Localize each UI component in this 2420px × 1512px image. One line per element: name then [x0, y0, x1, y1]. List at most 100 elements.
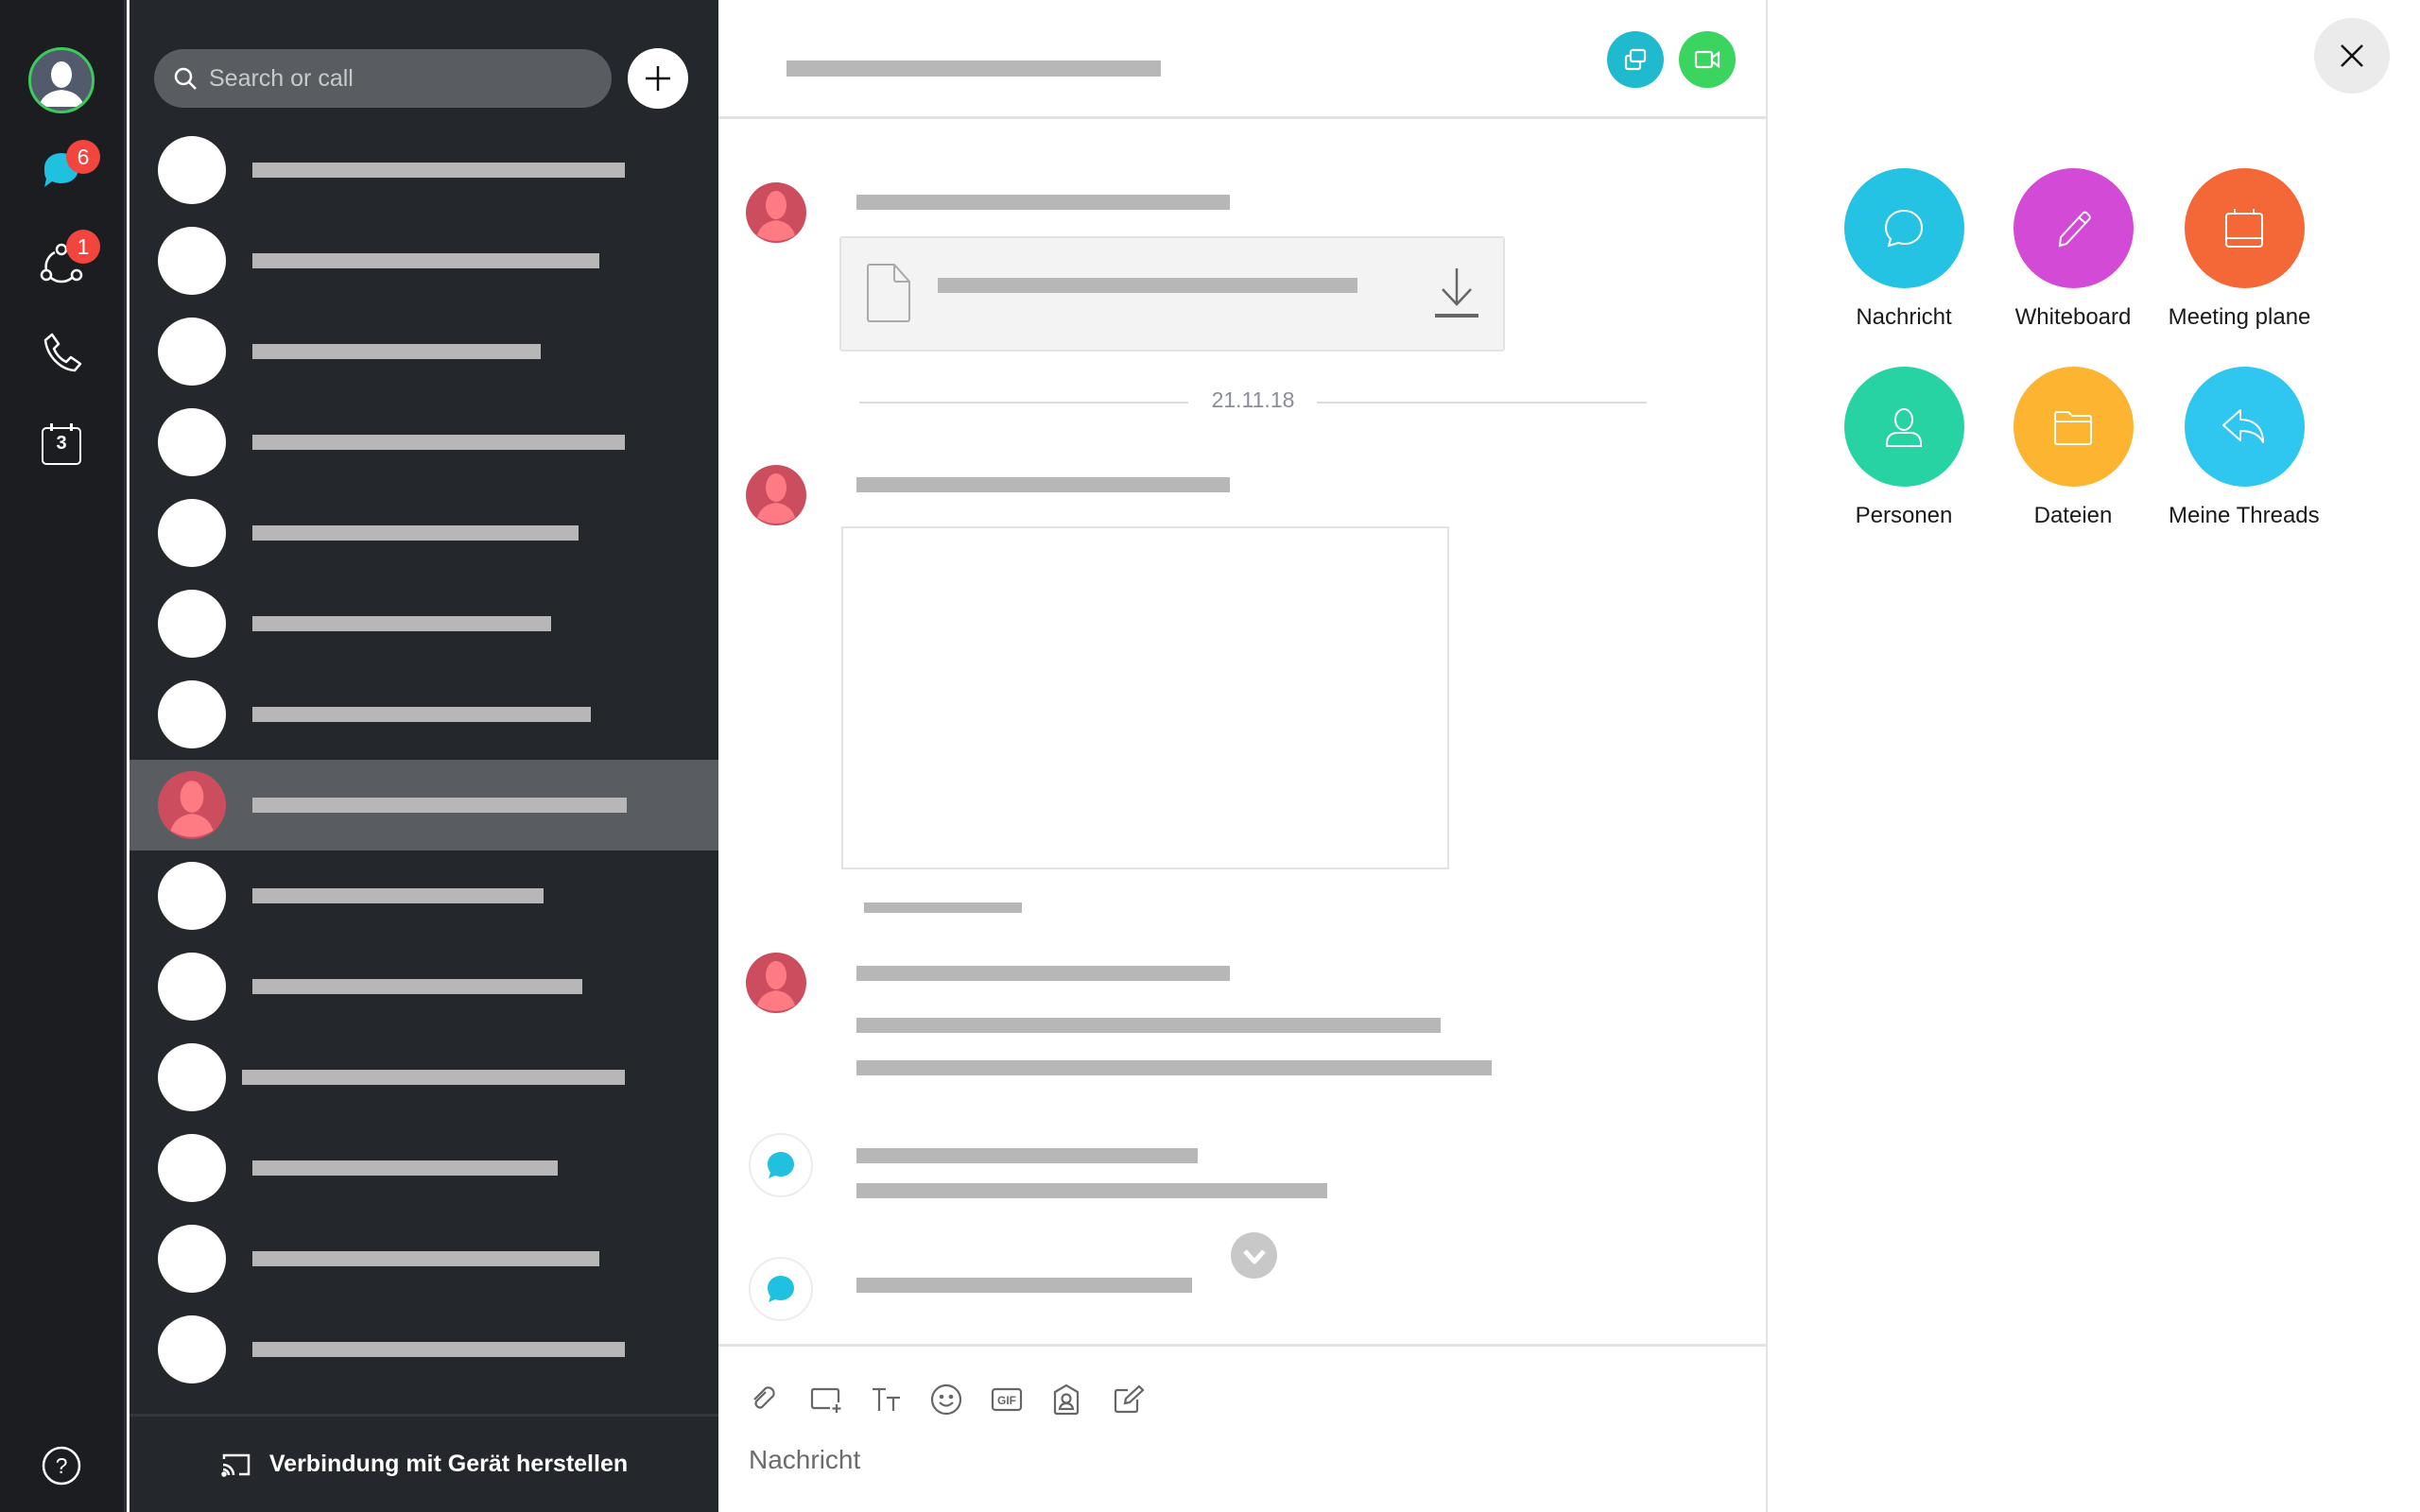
- download-icon[interactable]: [1433, 266, 1480, 319]
- file-attachment[interactable]: [839, 236, 1505, 352]
- conversation-title-placeholder: [252, 1251, 599, 1266]
- file-name-placeholder: [938, 278, 1357, 293]
- action-label: Meeting plane: [2168, 304, 2311, 330]
- share-screen-icon: [1624, 48, 1647, 71]
- conversation-title-placeholder: [252, 707, 591, 722]
- action-people[interactable]: Personen: [1819, 367, 1989, 529]
- action-files[interactable]: Dateien: [1988, 367, 2158, 529]
- rail-calendar-button[interactable]: 3: [26, 408, 97, 480]
- conversation-title-placeholder: [252, 1342, 625, 1357]
- conversation-row[interactable]: [130, 1304, 718, 1395]
- conversation-row[interactable]: [130, 1032, 718, 1123]
- scroll-to-bottom-button[interactable]: [1231, 1232, 1277, 1279]
- conversation-avatar: [158, 1134, 226, 1202]
- person-icon: [1843, 367, 1964, 487]
- cast-icon: [221, 1453, 251, 1477]
- person-silhouette-icon: [757, 191, 795, 241]
- conversation-avatar: [158, 318, 226, 386]
- sender-avatar[interactable]: [746, 465, 806, 525]
- close-panel-button[interactable]: [2314, 18, 2390, 94]
- video-camera-icon: [1694, 50, 1720, 69]
- add-button[interactable]: [628, 48, 688, 109]
- compose-icon: [1114, 1384, 1145, 1414]
- conversation-avatar: [158, 1315, 226, 1383]
- conversation-row[interactable]: [130, 1123, 718, 1213]
- sender-name-placeholder: [856, 966, 1230, 981]
- search-input[interactable]: [209, 64, 587, 93]
- thread-title-placeholder: [856, 1148, 1198, 1163]
- conversation-title-placeholder: [252, 888, 544, 903]
- gif-button[interactable]: GIF: [988, 1381, 1026, 1418]
- message-input[interactable]: [749, 1441, 1732, 1479]
- attach-button[interactable]: [745, 1381, 783, 1418]
- conversation-avatar: [158, 499, 226, 567]
- conversation-row[interactable]: [130, 578, 718, 669]
- messages-unread-badge: 6: [66, 140, 100, 174]
- conversation-avatar: [158, 1043, 226, 1111]
- conversation-row[interactable]: [130, 669, 718, 760]
- image-attachment[interactable]: [841, 526, 1449, 869]
- mention-button[interactable]: [1047, 1381, 1085, 1418]
- share-screen-button[interactable]: [1607, 31, 1664, 88]
- contact-tag-icon: [1053, 1383, 1080, 1416]
- message-composer: GIF: [718, 1344, 1768, 1512]
- action-message[interactable]: Nachricht: [1819, 168, 1989, 331]
- conversation-row[interactable]: [130, 125, 718, 215]
- rail-calls-button[interactable]: [26, 318, 97, 389]
- file-icon: [867, 264, 910, 322]
- conversation-title-placeholder: [252, 798, 627, 813]
- action-my-threads[interactable]: Meine Threads: [2159, 367, 2329, 529]
- rail-help-button[interactable]: ?: [26, 1430, 97, 1502]
- chat-header: [718, 0, 1768, 119]
- calendar-icon: 3: [42, 423, 81, 465]
- conversation-avatar: [158, 771, 226, 839]
- video-call-button[interactable]: [1679, 31, 1736, 88]
- search-icon: [174, 67, 197, 90]
- navigation-rail: 6 1 3 ?: [0, 0, 127, 1512]
- plus-icon: [646, 66, 670, 91]
- screenshot-button[interactable]: [807, 1381, 845, 1418]
- action-label: Nachricht: [1856, 304, 1952, 330]
- rail-messages-button[interactable]: 6: [26, 134, 100, 206]
- sender-avatar[interactable]: [746, 182, 806, 243]
- connect-device-label: Verbindung mit Gerät herstellen: [268, 1451, 629, 1477]
- conversation-row[interactable]: [130, 1213, 718, 1304]
- conversation-title-placeholder: [252, 344, 541, 359]
- conversation-avatar: [158, 1225, 226, 1293]
- format-text-button[interactable]: [867, 1381, 905, 1418]
- conversation-title-placeholder: [252, 163, 625, 178]
- rail-meetings-button[interactable]: 1: [26, 227, 100, 299]
- conversation-row[interactable]: [130, 488, 718, 578]
- whiteboard-compose-button[interactable]: [1110, 1381, 1148, 1418]
- conversation-row[interactable]: [130, 760, 718, 850]
- emoji-button[interactable]: [927, 1381, 965, 1418]
- person-silhouette-icon: [757, 473, 795, 524]
- divider-line: [1317, 402, 1647, 404]
- thread-button[interactable]: [749, 1133, 813, 1197]
- connect-device-button[interactable]: Verbindung mit Gerät herstellen: [130, 1414, 718, 1512]
- profile-avatar-button[interactable]: [26, 44, 97, 116]
- space-actions-panel: Nachricht Whiteboard Meeting plane Perso…: [1770, 0, 2420, 1512]
- chat-bubble-icon: [768, 1276, 794, 1302]
- conversation-row[interactable]: [130, 397, 718, 488]
- sender-avatar[interactable]: [746, 953, 806, 1013]
- thread-button[interactable]: [749, 1257, 813, 1321]
- pencil-icon: [2013, 168, 2134, 288]
- thread-title-placeholder: [856, 1278, 1192, 1293]
- conversation-row[interactable]: [130, 306, 718, 397]
- help-icon: ?: [42, 1446, 81, 1486]
- search-field[interactable]: [154, 49, 612, 108]
- action-whiteboard[interactable]: Whiteboard: [1988, 168, 2158, 331]
- close-icon: [2341, 44, 2363, 67]
- conversation-row[interactable]: [130, 215, 718, 306]
- conversation-title-placeholder: [252, 979, 582, 994]
- conversation-row[interactable]: [130, 941, 718, 1032]
- gif-icon: GIF: [991, 1387, 1023, 1412]
- conversation-title-placeholder: [252, 1160, 558, 1176]
- person-silhouette-icon: [757, 961, 795, 1011]
- svg-text:?: ?: [56, 1453, 68, 1478]
- text-format-icon: [873, 1387, 900, 1411]
- screen-capture-icon: [810, 1387, 841, 1413]
- conversation-row[interactable]: [130, 850, 718, 941]
- action-schedule-meeting[interactable]: Meeting plane: [2159, 168, 2329, 331]
